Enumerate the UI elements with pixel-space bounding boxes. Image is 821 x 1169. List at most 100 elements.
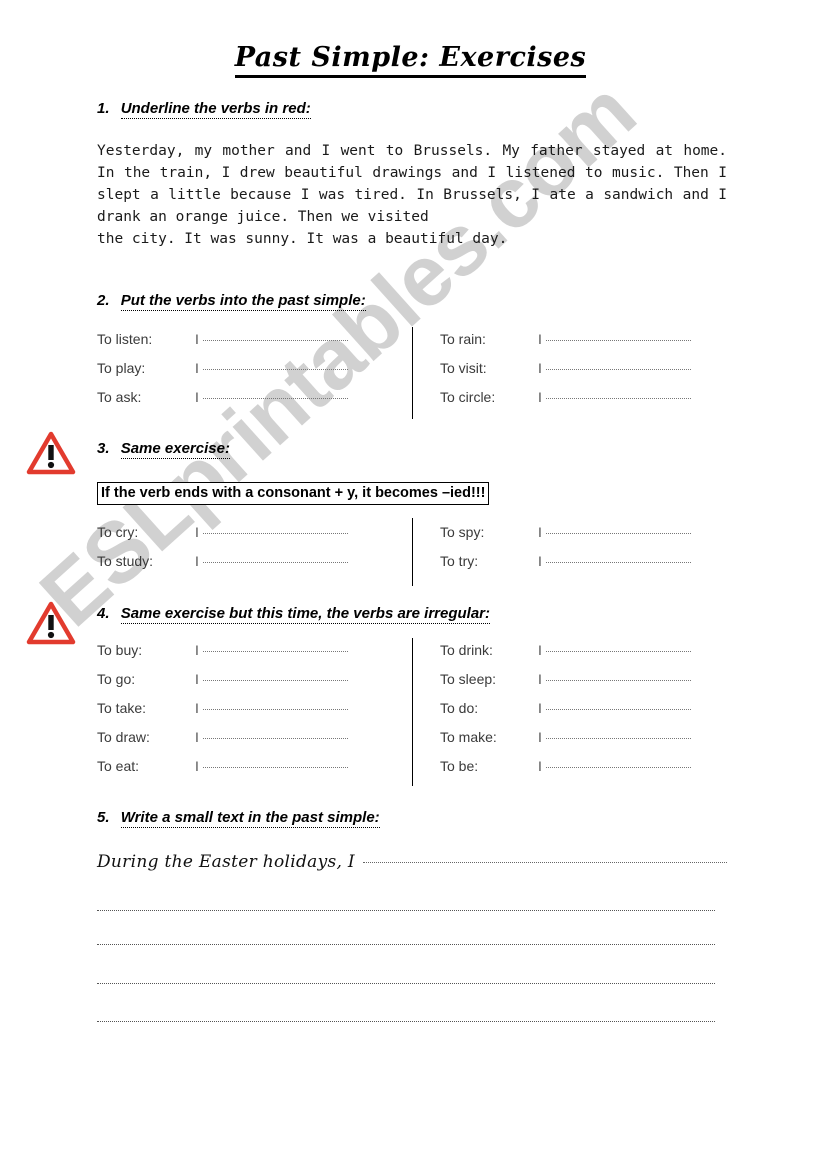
answer-prefix: I <box>195 758 199 774</box>
verb-label: To spy: <box>440 524 485 540</box>
exercise-1-number: 1. <box>97 100 110 117</box>
verb-label: To go: <box>97 671 136 687</box>
rule-text: If the verb ends with a consonant + y, i… <box>101 485 486 501</box>
answer-blank[interactable] <box>545 709 691 710</box>
verb-row: To circle: I <box>440 389 691 418</box>
exercise-2-verb-table: To listen: I To play: I To ask: I To rai… <box>97 327 737 421</box>
verb-answer-field[interactable]: I <box>538 700 691 716</box>
verb-label: To ask: <box>97 389 142 405</box>
exercise-4-heading-text: Same exercise but this time, the verbs a… <box>120 605 491 624</box>
verb-answer-field[interactable]: I <box>538 671 691 687</box>
answer-blank[interactable] <box>545 369 691 370</box>
verb-label: To do: <box>440 700 479 716</box>
verb-row: To cry: I <box>97 524 348 553</box>
answer-blank[interactable] <box>202 680 348 681</box>
exercise-4-heading: 4. Same exercise but this time, the verb… <box>97 605 491 624</box>
verb-answer-field[interactable]: I <box>195 700 348 716</box>
exercise-5-prompt-text: During the Easter holidays, I <box>97 852 355 872</box>
verb-label: To eat: <box>97 758 140 774</box>
answer-blank[interactable] <box>545 533 691 534</box>
exercise-3-heading-text: Same exercise: <box>120 440 230 459</box>
answer-blank[interactable] <box>202 738 348 739</box>
exercise-1-heading: 1. Underline the verbs in red: <box>97 100 311 119</box>
exercise-2-number: 2. <box>97 292 110 309</box>
verb-answer-field[interactable]: I <box>538 758 691 774</box>
verb-answer-field[interactable]: I <box>195 524 348 540</box>
verb-label: To draw: <box>97 729 150 745</box>
writing-blank[interactable] <box>97 983 715 984</box>
answer-blank[interactable] <box>202 651 348 652</box>
verb-label: To buy: <box>97 642 143 658</box>
verb-label: To rain: <box>440 331 486 347</box>
exercise-5-prompt-line[interactable]: During the Easter holidays, I <box>97 852 727 872</box>
answer-blank[interactable] <box>202 533 348 534</box>
verb-answer-field[interactable]: I <box>195 389 348 405</box>
worksheet-page: Past Simple: Exercises 1. Underline the … <box>0 0 821 1169</box>
verb-answer-field[interactable]: I <box>538 729 691 745</box>
verb-row: To try: I <box>440 553 691 582</box>
answer-prefix: I <box>195 360 199 376</box>
answer-prefix: I <box>538 331 542 347</box>
writing-blank[interactable] <box>97 944 715 945</box>
verb-label: To drink: <box>440 642 493 658</box>
verb-answer-field[interactable]: I <box>538 389 691 405</box>
exercise-4-right-column: To drink: I To sleep: I To do: I To make… <box>440 642 691 787</box>
page-title-text: Past Simple: Exercises <box>234 42 587 78</box>
answer-blank[interactable] <box>202 767 348 768</box>
verb-row: To spy: I <box>440 524 691 553</box>
exercise-5-heading: 5. Write a small text in the past simple… <box>97 809 380 828</box>
page-title: Past Simple: Exercises <box>0 42 821 78</box>
verb-row: To do: I <box>440 700 691 729</box>
verb-row: To eat: I <box>97 758 348 787</box>
column-divider <box>412 638 413 786</box>
answer-prefix: I <box>195 331 199 347</box>
exercise-3-verb-table: To cry: I To study: I To spy: I To try: … <box>97 518 737 586</box>
answer-blank[interactable] <box>545 340 691 341</box>
answer-prefix: I <box>195 524 199 540</box>
answer-blank[interactable] <box>202 340 348 341</box>
answer-blank[interactable] <box>202 398 348 399</box>
verb-row: To take: I <box>97 700 348 729</box>
writing-blank[interactable] <box>97 1021 715 1022</box>
exercise-3-left-column: To cry: I To study: I <box>97 524 348 582</box>
writing-blank[interactable] <box>97 910 715 911</box>
answer-blank[interactable] <box>202 562 348 563</box>
verb-row: To play: I <box>97 360 348 389</box>
verb-row: To rain: I <box>440 331 691 360</box>
answer-blank[interactable] <box>545 651 691 652</box>
exercise-2-right-column: To rain: I To visit: I To circle: I <box>440 331 691 418</box>
exercise-3-number: 3. <box>97 440 110 457</box>
verb-answer-field[interactable]: I <box>195 671 348 687</box>
verb-answer-field[interactable]: I <box>538 331 691 347</box>
warning-triangle-icon <box>26 430 76 476</box>
exercise-2-heading: 2. Put the verbs into the past simple: <box>97 292 366 311</box>
writing-blank[interactable] <box>362 862 727 863</box>
verb-label: To cry: <box>97 524 139 540</box>
answer-blank[interactable] <box>545 767 691 768</box>
answer-prefix: I <box>538 389 542 405</box>
verb-answer-field[interactable]: I <box>195 729 348 745</box>
verb-answer-field[interactable]: I <box>538 360 691 376</box>
exercise-4-left-column: To buy: I To go: I To take: I To draw: I… <box>97 642 348 787</box>
verb-answer-field[interactable]: I <box>195 758 348 774</box>
verb-answer-field[interactable]: I <box>195 331 348 347</box>
answer-blank[interactable] <box>545 398 691 399</box>
verb-answer-field[interactable]: I <box>195 553 348 569</box>
exercise-2-heading-text: Put the verbs into the past simple: <box>120 292 366 311</box>
verb-answer-field[interactable]: I <box>195 360 348 376</box>
exercise-3-heading: 3. Same exercise: <box>97 440 230 459</box>
verb-answer-field[interactable]: I <box>538 524 691 540</box>
verb-row: To ask: I <box>97 389 348 418</box>
answer-blank[interactable] <box>202 369 348 370</box>
verb-label: To be: <box>440 758 479 774</box>
answer-blank[interactable] <box>202 709 348 710</box>
verb-label: To make: <box>440 729 497 745</box>
exercise-5-heading-text: Write a small text in the past simple: <box>120 809 380 828</box>
answer-blank[interactable] <box>545 680 691 681</box>
exercise-4-number: 4. <box>97 605 110 622</box>
verb-answer-field[interactable]: I <box>538 553 691 569</box>
answer-blank[interactable] <box>545 562 691 563</box>
verb-answer-field[interactable]: I <box>195 642 348 658</box>
answer-blank[interactable] <box>545 738 691 739</box>
verb-answer-field[interactable]: I <box>538 642 691 658</box>
